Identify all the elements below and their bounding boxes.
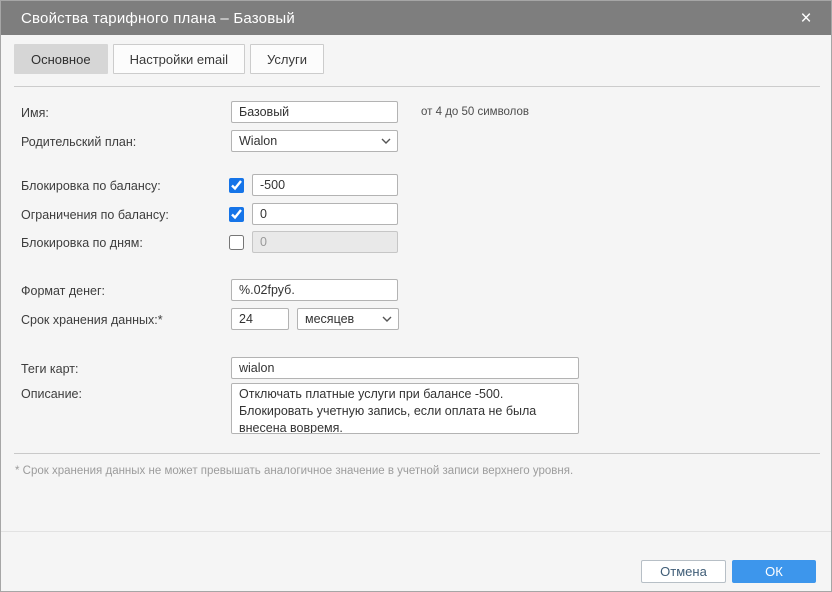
block-days-checkbox[interactable] xyxy=(229,234,244,250)
block-days-label: Блокировка по дням: xyxy=(21,236,143,250)
parent-plan-label: Родительский план: xyxy=(21,135,137,149)
block-balance-row: Блокировка по балансу: xyxy=(21,174,811,198)
close-icon[interactable]: × xyxy=(795,7,817,29)
description-textarea[interactable] xyxy=(231,383,579,434)
footnote: * Срок хранения данных не может превышат… xyxy=(15,465,574,477)
storage-period-input[interactable] xyxy=(231,308,289,330)
storage-period-label: Срок хранения данных:* xyxy=(21,313,163,327)
tabs-divider xyxy=(14,86,820,87)
block-days-input[interactable] xyxy=(252,231,398,253)
block-balance-input[interactable] xyxy=(252,174,398,196)
block-balance-label: Блокировка по балансу: xyxy=(21,179,161,193)
tariff-plan-properties-dialog: Свойства тарифного плана – Базовый × Осн… xyxy=(0,0,832,592)
ok-button[interactable]: ОК xyxy=(732,560,816,583)
limit-balance-input[interactable] xyxy=(252,203,398,225)
tab-services-label: Услуги xyxy=(267,51,307,67)
dialog-title: Свойства тарифного плана – Базовый xyxy=(21,9,295,27)
tab-general[interactable]: Основное xyxy=(14,44,108,74)
card-tags-row: Теги карт: xyxy=(21,357,811,381)
card-tags-label: Теги карт: xyxy=(21,362,79,376)
tab-bar: Основное Настройки email Услуги xyxy=(14,44,324,74)
content-divider xyxy=(14,453,820,454)
money-format-input[interactable] xyxy=(231,279,398,301)
tab-email-settings-label: Настройки email xyxy=(129,51,228,67)
card-tags-input[interactable] xyxy=(231,357,579,379)
name-label: Имя: xyxy=(21,106,49,120)
limit-balance-label: Ограничения по балансу: xyxy=(21,208,169,222)
limit-balance-checkbox[interactable] xyxy=(229,206,244,222)
block-balance-checkbox[interactable] xyxy=(229,177,244,193)
block-days-row: Блокировка по дням: xyxy=(21,231,811,255)
footer-divider xyxy=(1,531,831,532)
storage-period-unit-select[interactable]: месяцев xyxy=(297,308,399,330)
money-format-label: Формат денег: xyxy=(21,284,106,298)
storage-period-row: Срок хранения данных:* месяцев xyxy=(21,308,811,332)
name-input[interactable] xyxy=(231,101,398,123)
dialog-titlebar: Свойства тарифного плана – Базовый × xyxy=(1,1,831,35)
description-row: Описание: xyxy=(21,383,811,434)
tab-services[interactable]: Услуги xyxy=(250,44,324,74)
money-format-row: Формат денег: xyxy=(21,279,811,303)
tab-email-settings[interactable]: Настройки email xyxy=(112,44,245,74)
parent-plan-select[interactable]: Wialon xyxy=(231,130,398,152)
limit-balance-row: Ограничения по балансу: xyxy=(21,203,811,227)
description-label: Описание: xyxy=(21,387,82,401)
tab-general-label: Основное xyxy=(31,51,91,67)
name-hint: от 4 до 50 символов xyxy=(421,106,530,118)
cancel-button[interactable]: Отмена xyxy=(641,560,726,583)
parent-plan-row: Родительский план: Wialon xyxy=(21,130,811,154)
name-row: Имя: от 4 до 50 символов xyxy=(21,101,811,125)
